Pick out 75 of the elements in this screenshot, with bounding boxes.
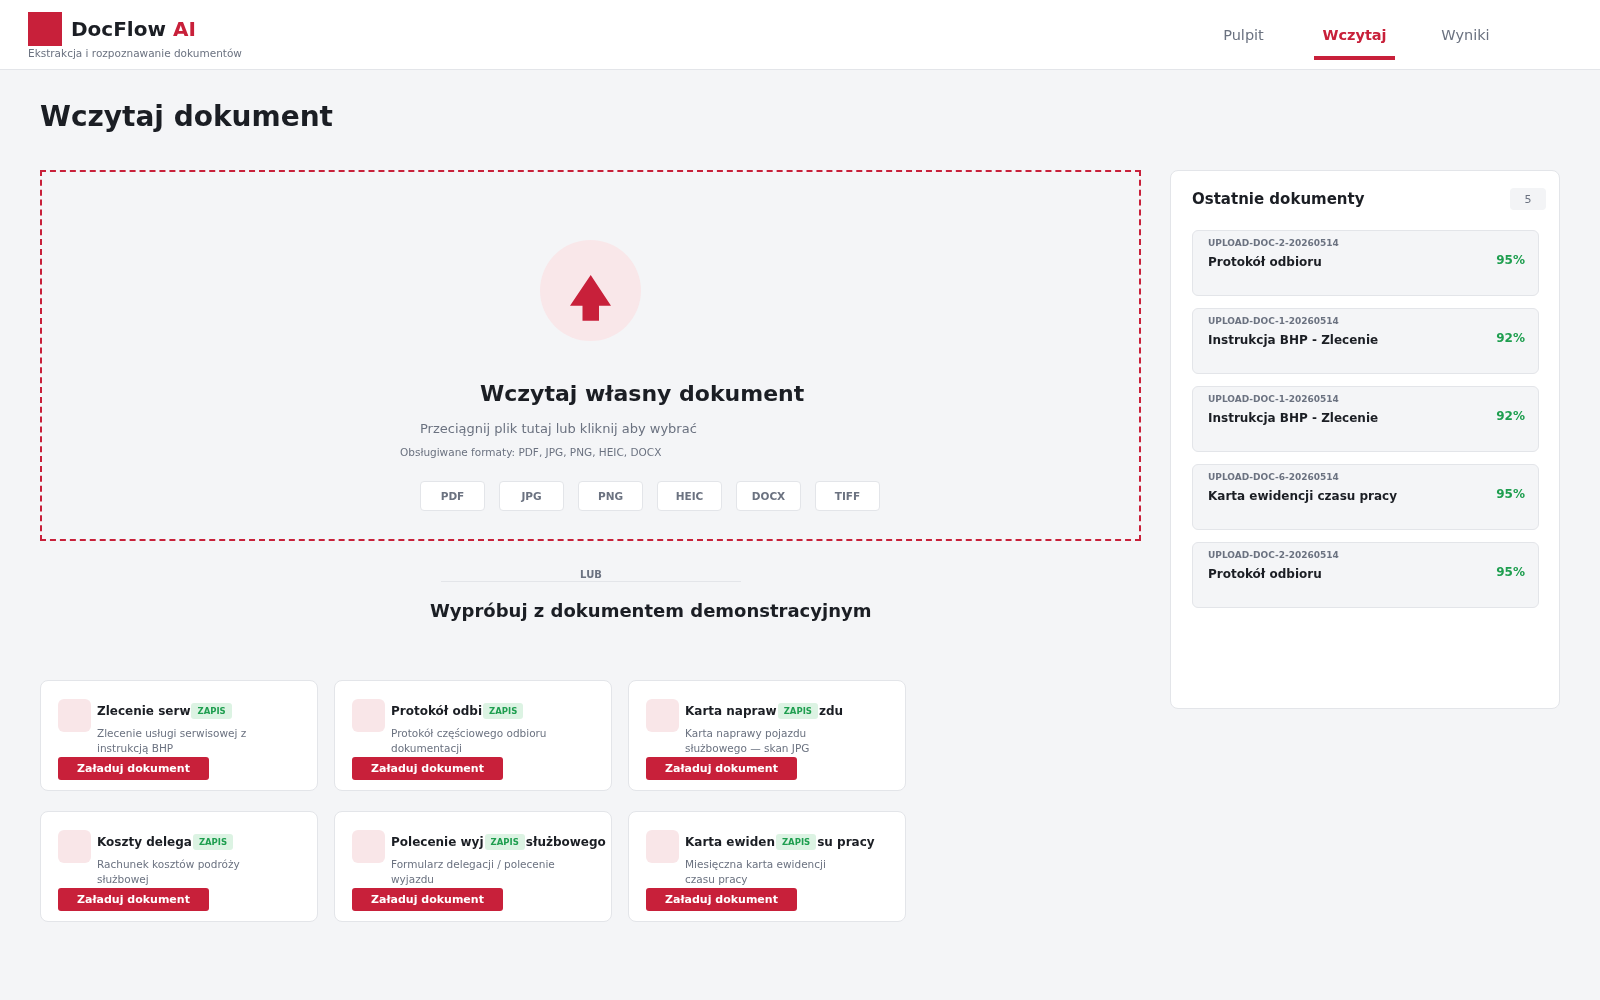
document-code: UPLOAD-DOC-1-20260514 (1208, 393, 1340, 405)
card-title-fragment: zdu (818, 703, 844, 719)
card-description: Formularz delegacji / polecenie wyjazdu (391, 857, 556, 887)
dropzone-title: Wczytaj własny dokument (480, 380, 805, 408)
document-name: Karta ewidencji czasu pracy (1208, 488, 1399, 504)
status-tag: ZAPIS (192, 834, 234, 850)
status-tag: ZAPIS (483, 703, 524, 719)
card-description: Rachunek kosztów podróży służbowej (97, 857, 241, 887)
card-title: Protokół odbi (391, 703, 482, 719)
nav-tab[interactable]: Wyniki (1425, 17, 1506, 60)
blank-tile-icon (352, 830, 385, 863)
formats-note: Obsługiwane formaty: PDF, JPG, PNG, HEIC, DOCX (400, 445, 662, 459)
card-title: Karta napraw (685, 703, 777, 719)
document-code: UPLOAD-DOC-1-20260514 (1208, 315, 1340, 327)
nav-tab[interactable]: Pulpit (1203, 17, 1284, 60)
format-chip: PDF (420, 481, 485, 511)
divider-label: LUB (580, 569, 602, 581)
document-name: Protokół odbioru (1208, 254, 1323, 270)
card-title: Karta ewiden (685, 834, 775, 850)
card-title: Polecenie wyj (391, 834, 484, 850)
load-button[interactable]: Załaduj dokument (58, 888, 209, 911)
blank-tile-icon (646, 830, 679, 863)
status-tag: ZAPIS (191, 703, 232, 719)
dropzone-hint: Przeciągnij plik tutaj lub kliknij aby wybrać (420, 420, 697, 438)
recent-item[interactable]: UPLOAD-DOC-2-20260514 Protokół odbioru 95% (1192, 230, 1539, 296)
card-title-fragment: służbowego (525, 834, 606, 850)
card-title: Koszty delega (97, 834, 192, 850)
card-description: Karta naprawy pojazdu służbowego — skan JPG (685, 726, 811, 756)
load-button[interactable]: Załaduj dokument (58, 757, 209, 780)
panel-title: Ostatnie dokumenty (1192, 189, 1365, 209)
card-description: Miesięczna karta ewidencji czasu pracy (685, 857, 827, 887)
card-description: Zlecenie usługi serwisowej z instrukcją BHP (97, 726, 248, 756)
status-tag: ZAPIS (777, 703, 818, 719)
upload-icon (540, 240, 641, 341)
format-chip: DOCX (736, 481, 801, 511)
blank-tile-icon (58, 699, 91, 732)
blank-tile-icon (646, 699, 679, 732)
load-button[interactable]: Załaduj dokument (646, 888, 797, 911)
format-chip: PNG (578, 481, 643, 511)
format-chip: HEIC (657, 481, 722, 511)
blank-tile-icon (352, 699, 385, 732)
logo-icon (28, 12, 62, 46)
confidence-score: 95% (1496, 564, 1525, 581)
document-name: Protokół odbioru (1208, 566, 1323, 582)
demo-title: Wypróbuj z dokumentem demonstracyjnym (430, 600, 873, 622)
status-tag: ZAPIS (775, 834, 817, 850)
document-code: UPLOAD-DOC-2-20260514 (1208, 549, 1340, 561)
load-button[interactable]: Załaduj dokument (646, 757, 797, 780)
recent-item[interactable]: UPLOAD-DOC-2-20260514 Protokół odbioru 95% (1192, 542, 1539, 608)
confidence-score: 92% (1496, 330, 1525, 347)
document-name: Instrukcja BHP - Zlecenie (1208, 410, 1380, 426)
recent-item[interactable]: UPLOAD-DOC-1-20260514 Instrukcja BHP - Zlecenie 92% (1192, 386, 1539, 452)
app-tagline: Ekstrakcja i rozpoznawanie dokumentów (28, 47, 242, 60)
card-title-fragment: su pracy (817, 834, 875, 850)
count-badge: 5 (1510, 188, 1546, 210)
recent-item[interactable]: UPLOAD-DOC-6-20260514 Karta ewidencji czasu pracy 95% (1192, 464, 1539, 530)
card-description: Protokół częściowego odbioru dokumentacji (391, 726, 548, 756)
format-chip: JPG (499, 481, 564, 511)
confidence-score: 95% (1496, 252, 1525, 269)
load-button[interactable]: Załaduj dokument (352, 757, 503, 780)
card-title: Zlecenie serw (97, 703, 191, 719)
format-chip: TIFF (815, 481, 880, 511)
upload-dropzone[interactable]: Wczytaj własny dokument Przeciągnij plik tutaj lub kliknij aby wybrać Obsługiwane formaty: PDF, JPG, PNG, HEIC, DOCX PDF JPG PNG HEIC DOCX TIFF (40, 170, 1141, 541)
document-code: UPLOAD-DOC-6-20260514 (1208, 471, 1340, 483)
confidence-score: 95% (1496, 486, 1525, 503)
brand-title: DocFlow AI (71, 17, 196, 41)
page-title: Wczytaj dokument (40, 100, 334, 134)
document-name: Instrukcja BHP - Zlecenie (1208, 332, 1380, 348)
recent-item[interactable]: UPLOAD-DOC-1-20260514 Instrukcja BHP - Zlecenie 92% (1192, 308, 1539, 374)
document-code: UPLOAD-DOC-2-20260514 (1208, 237, 1340, 249)
status-tag: ZAPIS (484, 834, 525, 850)
confidence-score: 92% (1496, 408, 1525, 425)
blank-tile-icon (58, 830, 91, 863)
load-button[interactable]: Załaduj dokument (352, 888, 503, 911)
nav-tab[interactable]: Wczytaj (1314, 17, 1395, 60)
